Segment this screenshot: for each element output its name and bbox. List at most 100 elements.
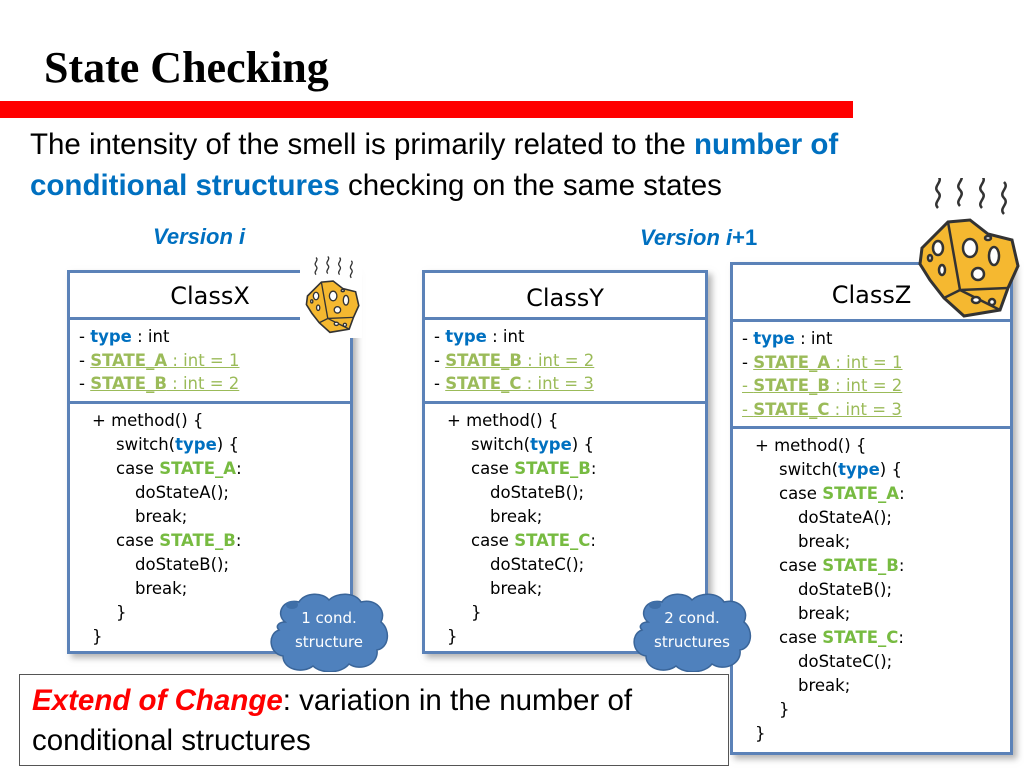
smelly-cheese-icon [908,173,1024,318]
version-i-plus-1-label: Version i+1 [640,225,757,251]
intro-text: The intensity of the smell is primarily … [30,124,990,206]
code-token: switch( [116,434,176,454]
version-suffix: +1 [732,225,758,250]
attr-type: : int [486,327,525,346]
method-signature: + method() { [755,436,867,455]
attributes-section: - type : int - STATE_A : int = 1 - STATE… [733,322,1010,429]
extend-term: Extend of Change [32,684,283,717]
break-line: break; [798,676,851,695]
code-token: switch( [471,434,531,454]
case-state: STATE_A [159,458,237,478]
title-underline-bar [0,101,853,118]
attr-state: STATE_A : int = 1 [753,353,902,372]
version-i-label: Version i [153,224,246,249]
extend-colon: : [282,684,291,717]
code-token: case [779,484,823,503]
break-line: break; [798,532,851,551]
slide-title: State Checking [44,43,329,92]
code-token: ) { [571,434,594,454]
code-token: case [471,530,515,550]
attr-prefix: - [434,350,446,370]
code-token: : [898,556,905,575]
attr-type: : int [131,327,170,346]
code-token: case [116,530,160,550]
attr-type: : int = 3 [521,374,594,393]
attr-prefix: - [434,327,446,346]
attr-name: type [90,327,132,346]
case-state: STATE_B [159,530,236,550]
attribute-row: - STATE_A : int = 1 [79,349,350,373]
attribute-row: - STATE_B : int = 2 [79,372,350,396]
attr-prefix: - [742,329,754,348]
switch-variable: type [530,434,572,454]
attr-type: : int = 3 [829,399,902,419]
attr-state: STATE_C : int = 3 [445,374,594,393]
attribute-row: - type : int [434,325,705,349]
method-signature: + method() { [447,410,559,430]
call-line: doStateB(); [490,482,584,502]
switch-line: switch(type) { [70,433,350,457]
code-token: case [116,458,160,478]
call-line: doStateC(); [798,652,893,671]
version-label-text: Version i [640,225,733,250]
callout-cloud-1-cond: 1 cond. structure [267,592,391,672]
attr-type: : int [794,329,833,348]
break-line: break; [490,506,543,526]
code-token: case [779,556,823,575]
brace-line: } [779,700,790,719]
attr-state: - STATE_C : int = 3 [742,400,902,419]
attr-name: STATE_C [445,374,522,393]
case-state: STATE_C [822,628,899,647]
methods-section: + method() { switch(type) { case STATE_A… [733,429,1010,746]
switch-variable: type [175,434,217,454]
extend-of-change-box: Extend of Change: variation in the numbe… [19,674,729,766]
switch-variable: type [838,460,880,479]
attr-type: : int = 1 [830,352,903,372]
attr-name: type [753,329,795,348]
case-state: STATE_B [514,458,591,478]
attr-state: - STATE_B : int = 2 [742,376,902,395]
callout-line: 1 cond. [301,609,357,627]
call-line: doStateB(); [135,554,229,574]
call-line: doStateA(); [135,482,229,502]
attr-state: STATE_A : int = 1 [90,351,239,370]
code-token: case [779,628,823,647]
attr-name: STATE_B [753,376,830,395]
attr-name: STATE_A [753,352,831,372]
case-line: case STATE_A: [70,457,350,481]
attribute-row: - STATE_C : int = 3 [434,372,705,396]
code-token: ) { [879,460,902,479]
switch-line: switch(type) { [425,433,705,457]
attr-prefix: - [434,374,446,393]
callout-cloud-2-cond: 2 cond. structures [630,592,754,672]
code-token: case [471,458,515,478]
intro-part-1: The intensity of the smell is primarily … [30,128,695,161]
call-line: doStateB(); [798,580,892,599]
code-token: ) { [216,434,239,454]
code-token: : [899,484,905,503]
brace-line: } [755,724,766,743]
attr-prefix: - [742,352,754,372]
attr-prefix: - [79,350,91,370]
callout-text: 1 cond. structure [267,606,391,654]
call-line: doStateA(); [798,508,892,527]
callout-text: 2 cond. structures [630,606,754,654]
case-line: case STATE_B: [733,554,1010,578]
attr-type: : int = 2 [521,350,595,370]
attr-type: : int = 2 [166,374,240,393]
attribute-row: - STATE_C : int = 3 [742,398,1010,422]
case-line: case STATE_C: [425,529,705,553]
intro-part-2: checking on the same states [339,169,722,202]
attribute-row: - type : int [742,327,1010,351]
code-token: : [590,458,597,478]
class-box-classz: ClassZ - type : int - STATE_A : int = 1 … [730,262,1013,755]
case-line: case STATE_A: [733,482,1010,506]
method-signature: + method() { [92,410,204,430]
break-line: break; [798,604,851,623]
attribute-row: - STATE_A : int = 1 [742,351,1010,375]
case-state: STATE_A [822,484,900,503]
callout-line: structures [654,633,730,651]
call-line: doStateC(); [490,554,585,574]
switch-line: switch(type) { [733,458,1010,482]
code-token: : [590,530,596,550]
